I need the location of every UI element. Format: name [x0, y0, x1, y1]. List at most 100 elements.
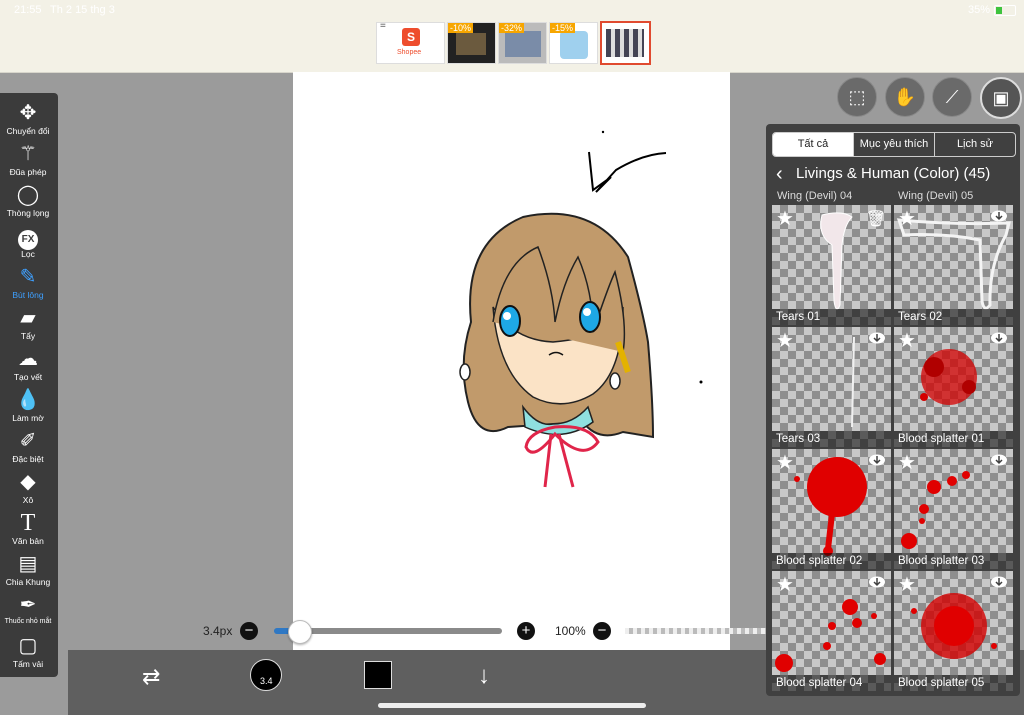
- material-item[interactable]: ★ Blood splatter 01: [894, 327, 1013, 447]
- battery-icon: [994, 5, 1016, 16]
- status-time: 21:55: [14, 4, 42, 16]
- download-icon[interactable]: [990, 453, 1008, 471]
- swap-tools-icon[interactable]: ⇄: [142, 664, 160, 690]
- material-item[interactable]: ★ Tears 02: [894, 205, 1013, 325]
- shopee-thumbnail[interactable]: ≡ S Shopee: [376, 22, 445, 64]
- color-swatch[interactable]: [364, 661, 392, 689]
- opacity-decrease-button[interactable]: −: [593, 622, 611, 640]
- tool-eyedropper[interactable]: ✒ Thuốc nhỏ mắt: [0, 593, 56, 625]
- size-decrease-button[interactable]: −: [240, 622, 258, 640]
- fx-icon: FX: [0, 224, 56, 250]
- drawing-canvas[interactable]: [293, 72, 730, 697]
- opacity-slider[interactable]: [625, 628, 775, 634]
- tool-canvas[interactable]: ▢ Tấm vải: [0, 634, 56, 669]
- tool-label: Đũa phép: [9, 167, 47, 177]
- tool-label: Tấm vải: [12, 659, 44, 669]
- star-icon[interactable]: ★: [898, 206, 916, 231]
- material-item[interactable]: ★ Blood splatter 03: [894, 449, 1013, 569]
- tool-lasso[interactable]: ◯ Thòng lọng: [0, 183, 56, 218]
- download-icon[interactable]: [868, 331, 886, 349]
- star-icon[interactable]: ★: [898, 450, 916, 475]
- download-icon[interactable]: [990, 209, 1008, 227]
- tool-smudge[interactable]: ☁ Tạo vết: [0, 347, 56, 382]
- ruler-button[interactable]: ⟋: [932, 77, 972, 117]
- tool-bucket[interactable]: ◆ Xô: [0, 470, 56, 505]
- product-image: [606, 29, 644, 57]
- tool-magic-wand[interactable]: ⚚ Đũa phép: [0, 142, 56, 177]
- star-icon[interactable]: ★: [776, 328, 794, 353]
- discount-badge: -15%: [550, 23, 576, 33]
- item-name: Blood splatter 02: [772, 553, 891, 569]
- battery-percent: 35%: [967, 4, 990, 16]
- tool-label: Văn bản: [12, 536, 44, 546]
- text-icon: T: [20, 510, 36, 536]
- opacity-label: 100%: [555, 624, 586, 638]
- brush-icon: ✎: [19, 266, 37, 288]
- move-icon: ✥: [19, 102, 37, 124]
- tool-text[interactable]: T Văn bản: [0, 511, 56, 546]
- tool-special[interactable]: ✐ Đặc biệt: [0, 429, 56, 464]
- arrow-down-icon[interactable]: ↓: [478, 662, 490, 690]
- tool-transform[interactable]: ✥ Chuyển đổi: [0, 101, 56, 136]
- category-title: Livings & Human (Color) (45): [796, 165, 991, 182]
- partial-row: Wing (Devil) 04 Wing (Devil) 05: [772, 190, 1014, 204]
- trash-icon[interactable]: 🗑: [866, 209, 886, 229]
- star-icon[interactable]: ★: [898, 328, 916, 353]
- star-icon[interactable]: ★: [776, 206, 794, 231]
- status-date: Th 2 15 thg 3: [50, 4, 115, 16]
- blur-icon: 💧: [15, 389, 41, 411]
- item-name: Tears 02: [894, 309, 1013, 325]
- tool-blur[interactable]: 💧 Làm mờ: [0, 388, 56, 423]
- material-tabs: Tất cả Mục yêu thích Lịch sử: [772, 132, 1016, 157]
- selection-button[interactable]: ⬚: [837, 77, 877, 117]
- brush-size-badge: 3.4: [260, 676, 273, 686]
- tool-label: Thòng lọng: [6, 208, 50, 218]
- tool-label: Bút lông: [12, 290, 44, 300]
- material-item[interactable]: ★ Tears 03: [772, 327, 891, 447]
- size-increase-button[interactable]: +: [517, 622, 535, 640]
- tool-eraser[interactable]: ▰ Tẩy: [0, 306, 56, 341]
- tool-brush[interactable]: ✎ Bút lông: [0, 265, 56, 300]
- tab-favorites[interactable]: Mục yêu thích: [854, 133, 935, 156]
- tool-label: Tạo vết: [13, 372, 43, 382]
- tab-all[interactable]: Tất cả: [773, 133, 854, 156]
- image-icon: ▣: [992, 88, 1010, 108]
- shopee-thumbnail[interactable]: -15%: [549, 22, 598, 64]
- tool-label: Đặc biệt: [12, 454, 44, 464]
- star-icon[interactable]: ★: [776, 572, 794, 597]
- download-icon[interactable]: [990, 331, 1008, 349]
- tool-label: Chuyển đổi: [6, 126, 50, 136]
- material-item[interactable]: ★ 🗑 Tears 01: [772, 205, 891, 325]
- brush-size-preview[interactable]: 3.4: [250, 659, 282, 691]
- download-icon[interactable]: [868, 575, 886, 593]
- eraser-icon: ▰: [20, 307, 36, 329]
- hand-icon: ✋: [893, 87, 917, 107]
- hand-button[interactable]: ✋: [885, 77, 925, 117]
- item-name: Wing (Devil) 05: [898, 190, 974, 202]
- bucket-icon: ◆: [20, 471, 36, 493]
- material-item[interactable]: ★ Blood splatter 02: [772, 449, 891, 569]
- download-icon[interactable]: [868, 453, 886, 471]
- tab-history[interactable]: Lịch sử: [935, 133, 1015, 156]
- item-name: Blood splatter 04: [772, 675, 891, 691]
- product-image: [505, 31, 541, 57]
- material-item[interactable]: ★ Blood splatter 05: [894, 571, 1013, 691]
- item-name: Tears 03: [772, 431, 891, 447]
- tool-filter[interactable]: FX Lọc: [0, 224, 56, 259]
- download-icon[interactable]: [990, 575, 1008, 593]
- star-icon[interactable]: ★: [776, 450, 794, 475]
- back-chevron-icon[interactable]: ‹: [776, 163, 783, 186]
- star-icon[interactable]: ★: [898, 572, 916, 597]
- shopee-thumbnail[interactable]: -10%: [447, 22, 496, 64]
- tool-label: Chia Khung: [5, 577, 51, 587]
- smudge-icon: ☁: [18, 348, 38, 370]
- shopee-thumbnail-selected[interactable]: [600, 21, 651, 65]
- shopee-thumbnail[interactable]: -32%: [498, 22, 547, 64]
- material-item[interactable]: ★ Blood splatter 04: [772, 571, 891, 691]
- tool-label: Xô: [22, 495, 34, 505]
- brush-size-knob[interactable]: [288, 620, 312, 644]
- tool-frame-divider[interactable]: ▤ Chia Khung: [0, 552, 56, 587]
- item-name: Blood splatter 05: [894, 675, 1013, 691]
- material-button[interactable]: ▣: [980, 77, 1022, 119]
- brush-size-label: 3.4px: [203, 624, 233, 638]
